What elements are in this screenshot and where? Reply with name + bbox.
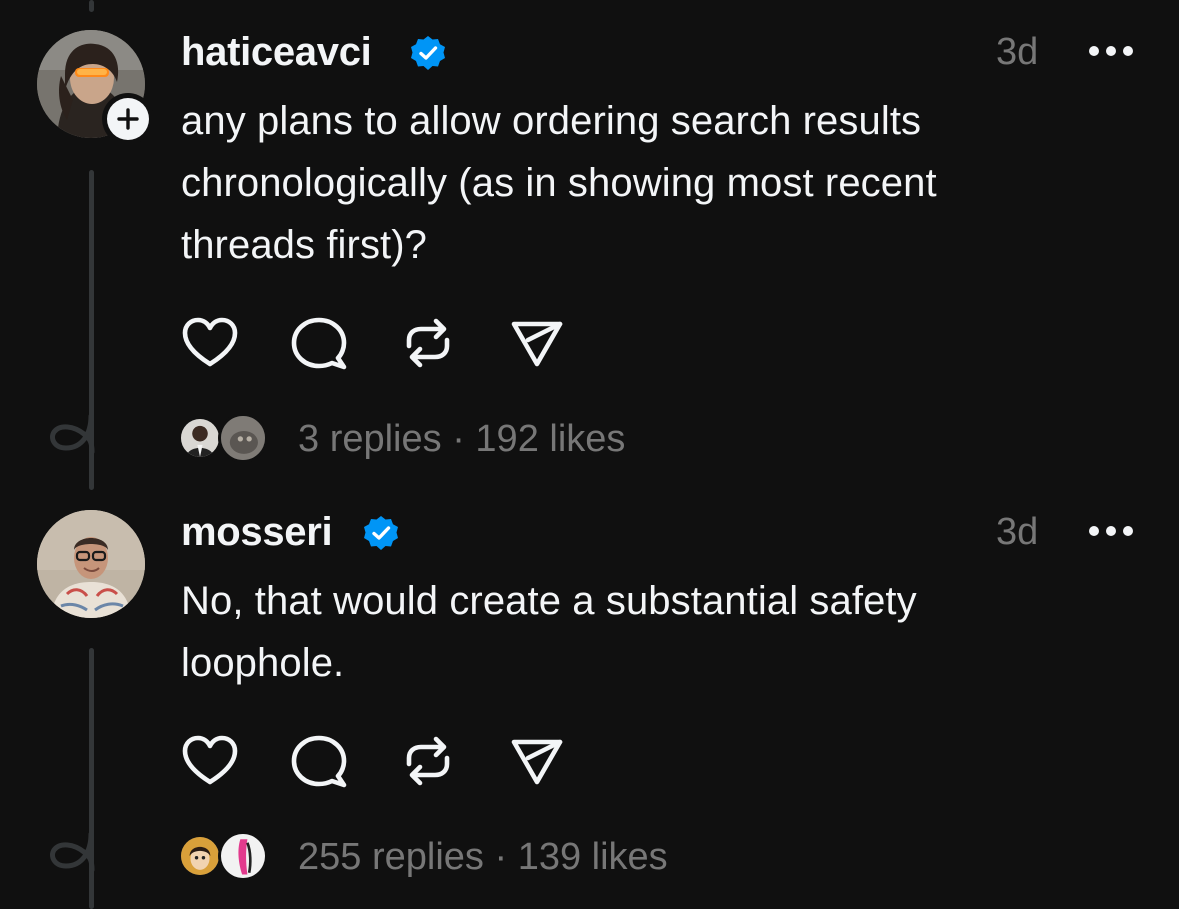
avatar[interactable] (37, 510, 145, 618)
replier-avatar (178, 416, 222, 460)
post-stats: 3 replies · 192 likes (298, 416, 625, 462)
send-icon (511, 321, 563, 367)
comment-icon (291, 735, 347, 788)
more-icon[interactable] (1089, 526, 1133, 538)
avatar-image (37, 510, 145, 618)
username[interactable]: mosseri (181, 508, 333, 556)
repost-icon (406, 736, 450, 786)
repost-button[interactable] (397, 730, 459, 792)
share-button[interactable] (506, 312, 568, 374)
post-text: No, that would create a substantial safe… (181, 579, 917, 685)
replier-avatar (218, 413, 268, 463)
post-text: any plans to allow ordering search resul… (181, 99, 937, 267)
replies-count[interactable]: 3 replies (298, 418, 442, 460)
comment-icon (291, 317, 347, 370)
verified-badge-icon (364, 516, 398, 550)
repost-button[interactable] (397, 312, 459, 374)
more-icon[interactable] (1089, 46, 1133, 58)
heart-icon (182, 317, 238, 367)
reply-button[interactable] (288, 730, 350, 792)
stats-separator: · (494, 836, 508, 878)
thread-loop-icon (50, 831, 95, 873)
plus-icon (117, 108, 139, 130)
replies-count[interactable]: 255 replies (298, 836, 484, 878)
likes-count[interactable]: 139 likes (518, 836, 668, 878)
thread-screen: haticeavci 3d any plans to allow orderin… (0, 0, 1179, 909)
thread-loop-icon (50, 413, 95, 455)
like-button[interactable] (179, 312, 241, 374)
verified-badge-icon (411, 36, 445, 70)
replier-avatar (178, 834, 222, 878)
post-stats: 255 replies · 139 likes (298, 834, 668, 880)
timestamp: 3d (996, 511, 1039, 553)
timestamp: 3d (996, 31, 1039, 73)
follow-button[interactable] (102, 93, 154, 145)
thread-line (89, 0, 94, 12)
stats-separator: · (452, 418, 465, 460)
repost-icon (406, 318, 450, 368)
heart-icon (182, 735, 238, 785)
like-button[interactable] (179, 730, 241, 792)
likes-count[interactable]: 192 likes (475, 418, 625, 460)
share-button[interactable] (506, 730, 568, 792)
replier-avatar (218, 831, 268, 881)
username[interactable]: haticeavci (181, 28, 372, 76)
reply-button[interactable] (288, 312, 350, 374)
send-icon (511, 739, 563, 785)
